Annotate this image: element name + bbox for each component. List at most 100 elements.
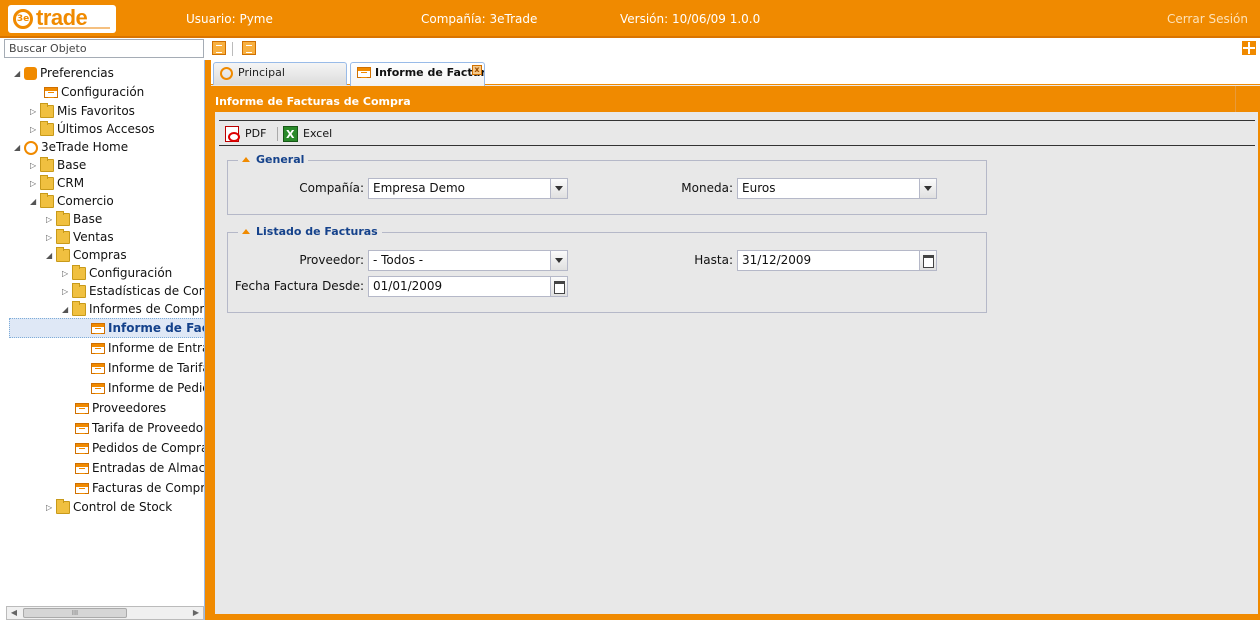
tab-informe-facturas[interactable]: Informe de Facturas de Compra x — [350, 62, 485, 86]
moneda-label: Moneda: — [681, 181, 733, 195]
hasta-label: Hasta: — [694, 253, 733, 267]
folder-icon — [72, 265, 86, 280]
report-panel: Informe de Facturas de Compra PDF Excel … — [211, 86, 1260, 620]
expanded-arrow-icon[interactable]: ◢ — [14, 139, 24, 157]
preferences-icon — [24, 67, 37, 80]
logo-underline — [38, 27, 110, 29]
tree-node-pedidos-compra[interactable]: Pedidos de Compra — [75, 439, 204, 457]
company-info: Compañía: 3eTrade — [421, 12, 538, 26]
scroll-right-arrow-icon[interactable]: ▶ — [189, 607, 203, 619]
proveedor-label: Proveedor: — [299, 253, 364, 267]
maximize-plus-icon[interactable] — [1242, 41, 1256, 55]
tree-node-compras[interactable]: ◢ Compras — [46, 246, 127, 264]
logout-link[interactable]: Cerrar Sesión — [1167, 12, 1248, 26]
expanded-arrow-icon[interactable]: ◢ — [62, 301, 72, 319]
tree-node-ventas[interactable]: ▷ Ventas — [46, 228, 114, 246]
general-fieldset: General Compañía: Empresa Demo Moneda: E… — [227, 153, 987, 215]
report-icon — [75, 463, 89, 474]
tree-node-base[interactable]: ▷ Base — [30, 156, 86, 174]
folder-icon — [40, 121, 54, 136]
folder-icon — [56, 229, 70, 244]
folder-icon — [72, 283, 86, 298]
collapse-tree-icon[interactable] — [212, 41, 226, 55]
collapsed-arrow-icon[interactable]: ▷ — [46, 499, 56, 517]
report-icon — [357, 67, 371, 78]
expand-tree-icon[interactable] — [242, 41, 256, 55]
report-icon — [91, 323, 105, 334]
export-toolbar: PDF Excel — [219, 120, 1255, 146]
tree-node-informe-facturas[interactable]: Informe de Facturas de Compra — [9, 318, 204, 338]
collapsed-arrow-icon[interactable]: ▷ — [30, 121, 40, 139]
tree-node-mis-favoritos[interactable]: ▷ Mis Favoritos — [30, 102, 135, 120]
listado-fieldset: Listado de Facturas Proveedor: - Todos -… — [227, 225, 987, 313]
collapsed-arrow-icon[interactable]: ▷ — [46, 229, 56, 247]
scroll-left-arrow-icon[interactable]: ◀ — [7, 607, 21, 619]
tree-node-control-stock[interactable]: ▷ Control de Stock — [46, 498, 172, 516]
report-icon — [75, 443, 89, 454]
general-legend[interactable]: General — [238, 153, 309, 167]
logo-badge: 3e — [13, 9, 33, 29]
tree-node-crm[interactable]: ▷ CRM — [30, 174, 84, 192]
chevron-down-icon[interactable] — [550, 251, 567, 270]
tab-strip: Principal Informe de Facturas de Compra … — [211, 60, 1260, 86]
tree-horizontal-scrollbar[interactable]: ◀ III ▶ — [6, 606, 204, 620]
desde-date-field[interactable]: 01/01/2009 — [368, 276, 568, 297]
collapsed-arrow-icon[interactable]: ▷ — [46, 211, 56, 229]
collapsed-arrow-icon[interactable]: ▷ — [30, 175, 40, 193]
desde-label: Fecha Factura Desde: — [234, 279, 364, 293]
tree-node-configuracion[interactable]: Configuración — [44, 83, 144, 101]
collapsed-arrow-icon[interactable]: ▷ — [62, 283, 72, 301]
compania-select[interactable]: Empresa Demo — [368, 178, 568, 199]
hasta-date-field[interactable]: 31/12/2009 — [737, 250, 937, 271]
tree-node-comercio-base[interactable]: ▷ Base — [46, 210, 102, 228]
pdf-button[interactable]: PDF — [225, 126, 266, 142]
tab-principal[interactable]: Principal — [213, 62, 347, 85]
collapsed-arrow-icon[interactable]: ▷ — [62, 265, 72, 283]
folder-icon — [56, 211, 70, 226]
tree-node-informes-compras[interactable]: ◢Informes de Compras — [62, 300, 204, 319]
excel-button[interactable]: Excel — [283, 126, 332, 142]
navigation-tree: ◢ Preferencias Configuración ▷ Mis Favorit… — [0, 60, 205, 620]
toolbar-separator — [277, 127, 278, 141]
tree-node-3etrade-home[interactable]: ◢ 3eTrade Home — [14, 138, 128, 156]
calendar-icon[interactable] — [550, 277, 567, 296]
app-header: 3e trade Usuario: Pyme Compañía: 3eTrade… — [0, 0, 1260, 38]
tree-node-informe-entradas[interactable]: Informe de Entradas — [91, 339, 204, 357]
user-info: Usuario: Pyme — [186, 12, 273, 26]
expanded-arrow-icon[interactable]: ◢ — [14, 65, 24, 83]
close-tab-icon[interactable]: x — [472, 65, 482, 75]
report-icon — [75, 483, 89, 494]
folder-icon — [40, 175, 54, 190]
tree-node-ultimos-accesos[interactable]: ▷ Últimos Accesos — [30, 120, 155, 138]
chevron-down-icon[interactable] — [919, 179, 936, 198]
collapsed-arrow-icon[interactable]: ▷ — [30, 157, 40, 175]
tree-node-preferencias[interactable]: ◢ Preferencias — [14, 64, 114, 82]
home-logo-icon — [24, 140, 38, 155]
panel-title: Informe de Facturas de Compra — [215, 95, 411, 108]
tree-node-informe-tarifas[interactable]: Informe de Tarifas — [91, 359, 204, 377]
tree-node-entradas-almacen[interactable]: Entradas de Almacén — [75, 459, 204, 477]
tree-node-informe-pedidos[interactable]: Informe de Pedidos — [91, 379, 204, 397]
tree-node-compras-configuracion[interactable]: ▷ Configuración — [62, 264, 172, 282]
tree-node-proveedores[interactable]: Proveedores — [75, 399, 166, 417]
collapsed-arrow-icon[interactable]: ▷ — [30, 103, 40, 121]
proveedor-select[interactable]: - Todos - — [368, 250, 568, 271]
scroll-thumb[interactable]: III — [23, 608, 127, 618]
report-icon — [75, 403, 89, 414]
app-logo[interactable]: 3e trade — [8, 5, 116, 33]
tree-node-facturas-compra[interactable]: Facturas de Compra — [75, 479, 204, 497]
listado-legend[interactable]: Listado de Facturas — [238, 225, 382, 239]
expanded-arrow-icon[interactable]: ◢ — [46, 247, 56, 265]
calendar-icon[interactable] — [919, 251, 936, 270]
report-icon — [44, 87, 58, 98]
report-icon — [91, 363, 105, 374]
tree-node-estadisticas[interactable]: ▷Estadísticas de Compras — [62, 282, 204, 301]
search-input[interactable] — [4, 39, 204, 58]
tree-node-comercio[interactable]: ◢ Comercio — [30, 192, 114, 210]
moneda-select[interactable]: Euros — [737, 178, 937, 199]
chevron-down-icon[interactable] — [550, 179, 567, 198]
tree-node-tarifa-proveedores[interactable]: Tarifa de Proveedores — [75, 419, 204, 437]
compania-label: Compañía: — [299, 181, 364, 195]
folder-open-icon — [72, 301, 86, 316]
expanded-arrow-icon[interactable]: ◢ — [30, 193, 40, 211]
